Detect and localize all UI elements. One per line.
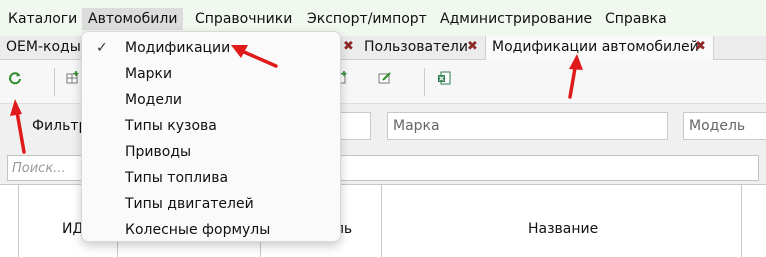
menu-option-fuel-types[interactable]: Типы топлива [125, 166, 228, 190]
toolbar-separator [424, 68, 425, 96]
menu-export-import[interactable]: Экспорт/импорт [301, 8, 433, 30]
menu-cars[interactable]: Автомобили [82, 8, 184, 30]
menu-help[interactable]: Справка [599, 8, 673, 30]
tab-oem-codes[interactable]: OEM-коды [0, 36, 82, 60]
menu-option-brands[interactable]: Марки [125, 62, 172, 86]
toolbar-separator [54, 68, 55, 96]
menu-catalogs[interactable]: Каталоги [2, 8, 83, 30]
export-excel-button[interactable] [433, 70, 455, 92]
close-icon[interactable]: ✖ [343, 36, 354, 58]
close-icon[interactable]: ✖ [467, 36, 478, 58]
refresh-icon [9, 72, 21, 85]
column-divider [18, 185, 19, 257]
tab-car-modifications[interactable]: Модификации автомобилей [486, 36, 714, 60]
column-divider [381, 185, 382, 257]
edit-icon [378, 72, 391, 84]
tab-label: OEM-коды [6, 39, 81, 55]
filter-label: Фильтр [32, 118, 88, 134]
menu-option-models[interactable]: Модели [125, 88, 182, 112]
close-icon[interactable]: ✖ [695, 36, 706, 58]
column-divider [741, 185, 742, 257]
excel-icon [438, 71, 451, 85]
grid-add-icon [66, 71, 79, 84]
menu-option-wheel-formulas[interactable]: Колесные формулы [125, 218, 270, 242]
menu-option-engine-types[interactable]: Типы двигателей [125, 192, 254, 216]
edit-button[interactable] [374, 70, 396, 92]
refresh-button[interactable] [4, 70, 26, 92]
column-header-name[interactable]: Название [528, 221, 598, 237]
checkmark-icon: ✓ [96, 40, 108, 56]
model-filter-input[interactable] [683, 112, 766, 140]
cars-dropdown-menu: ✓ Модификации Марки Модели Типы кузова П… [81, 31, 341, 242]
menu-option-body-types[interactable]: Типы кузова [125, 114, 217, 138]
menu-administration[interactable]: Администрирование [434, 8, 598, 30]
tab-label: Модификации автомобилей [492, 39, 699, 55]
brand-filter-input[interactable] [387, 112, 668, 140]
menu-option-drives[interactable]: Приводы [125, 140, 191, 164]
tab-label: Пользователи [364, 39, 468, 55]
menu-directories[interactable]: Справочники [189, 8, 298, 30]
menu-option-modifications[interactable]: Модификации [125, 36, 230, 60]
